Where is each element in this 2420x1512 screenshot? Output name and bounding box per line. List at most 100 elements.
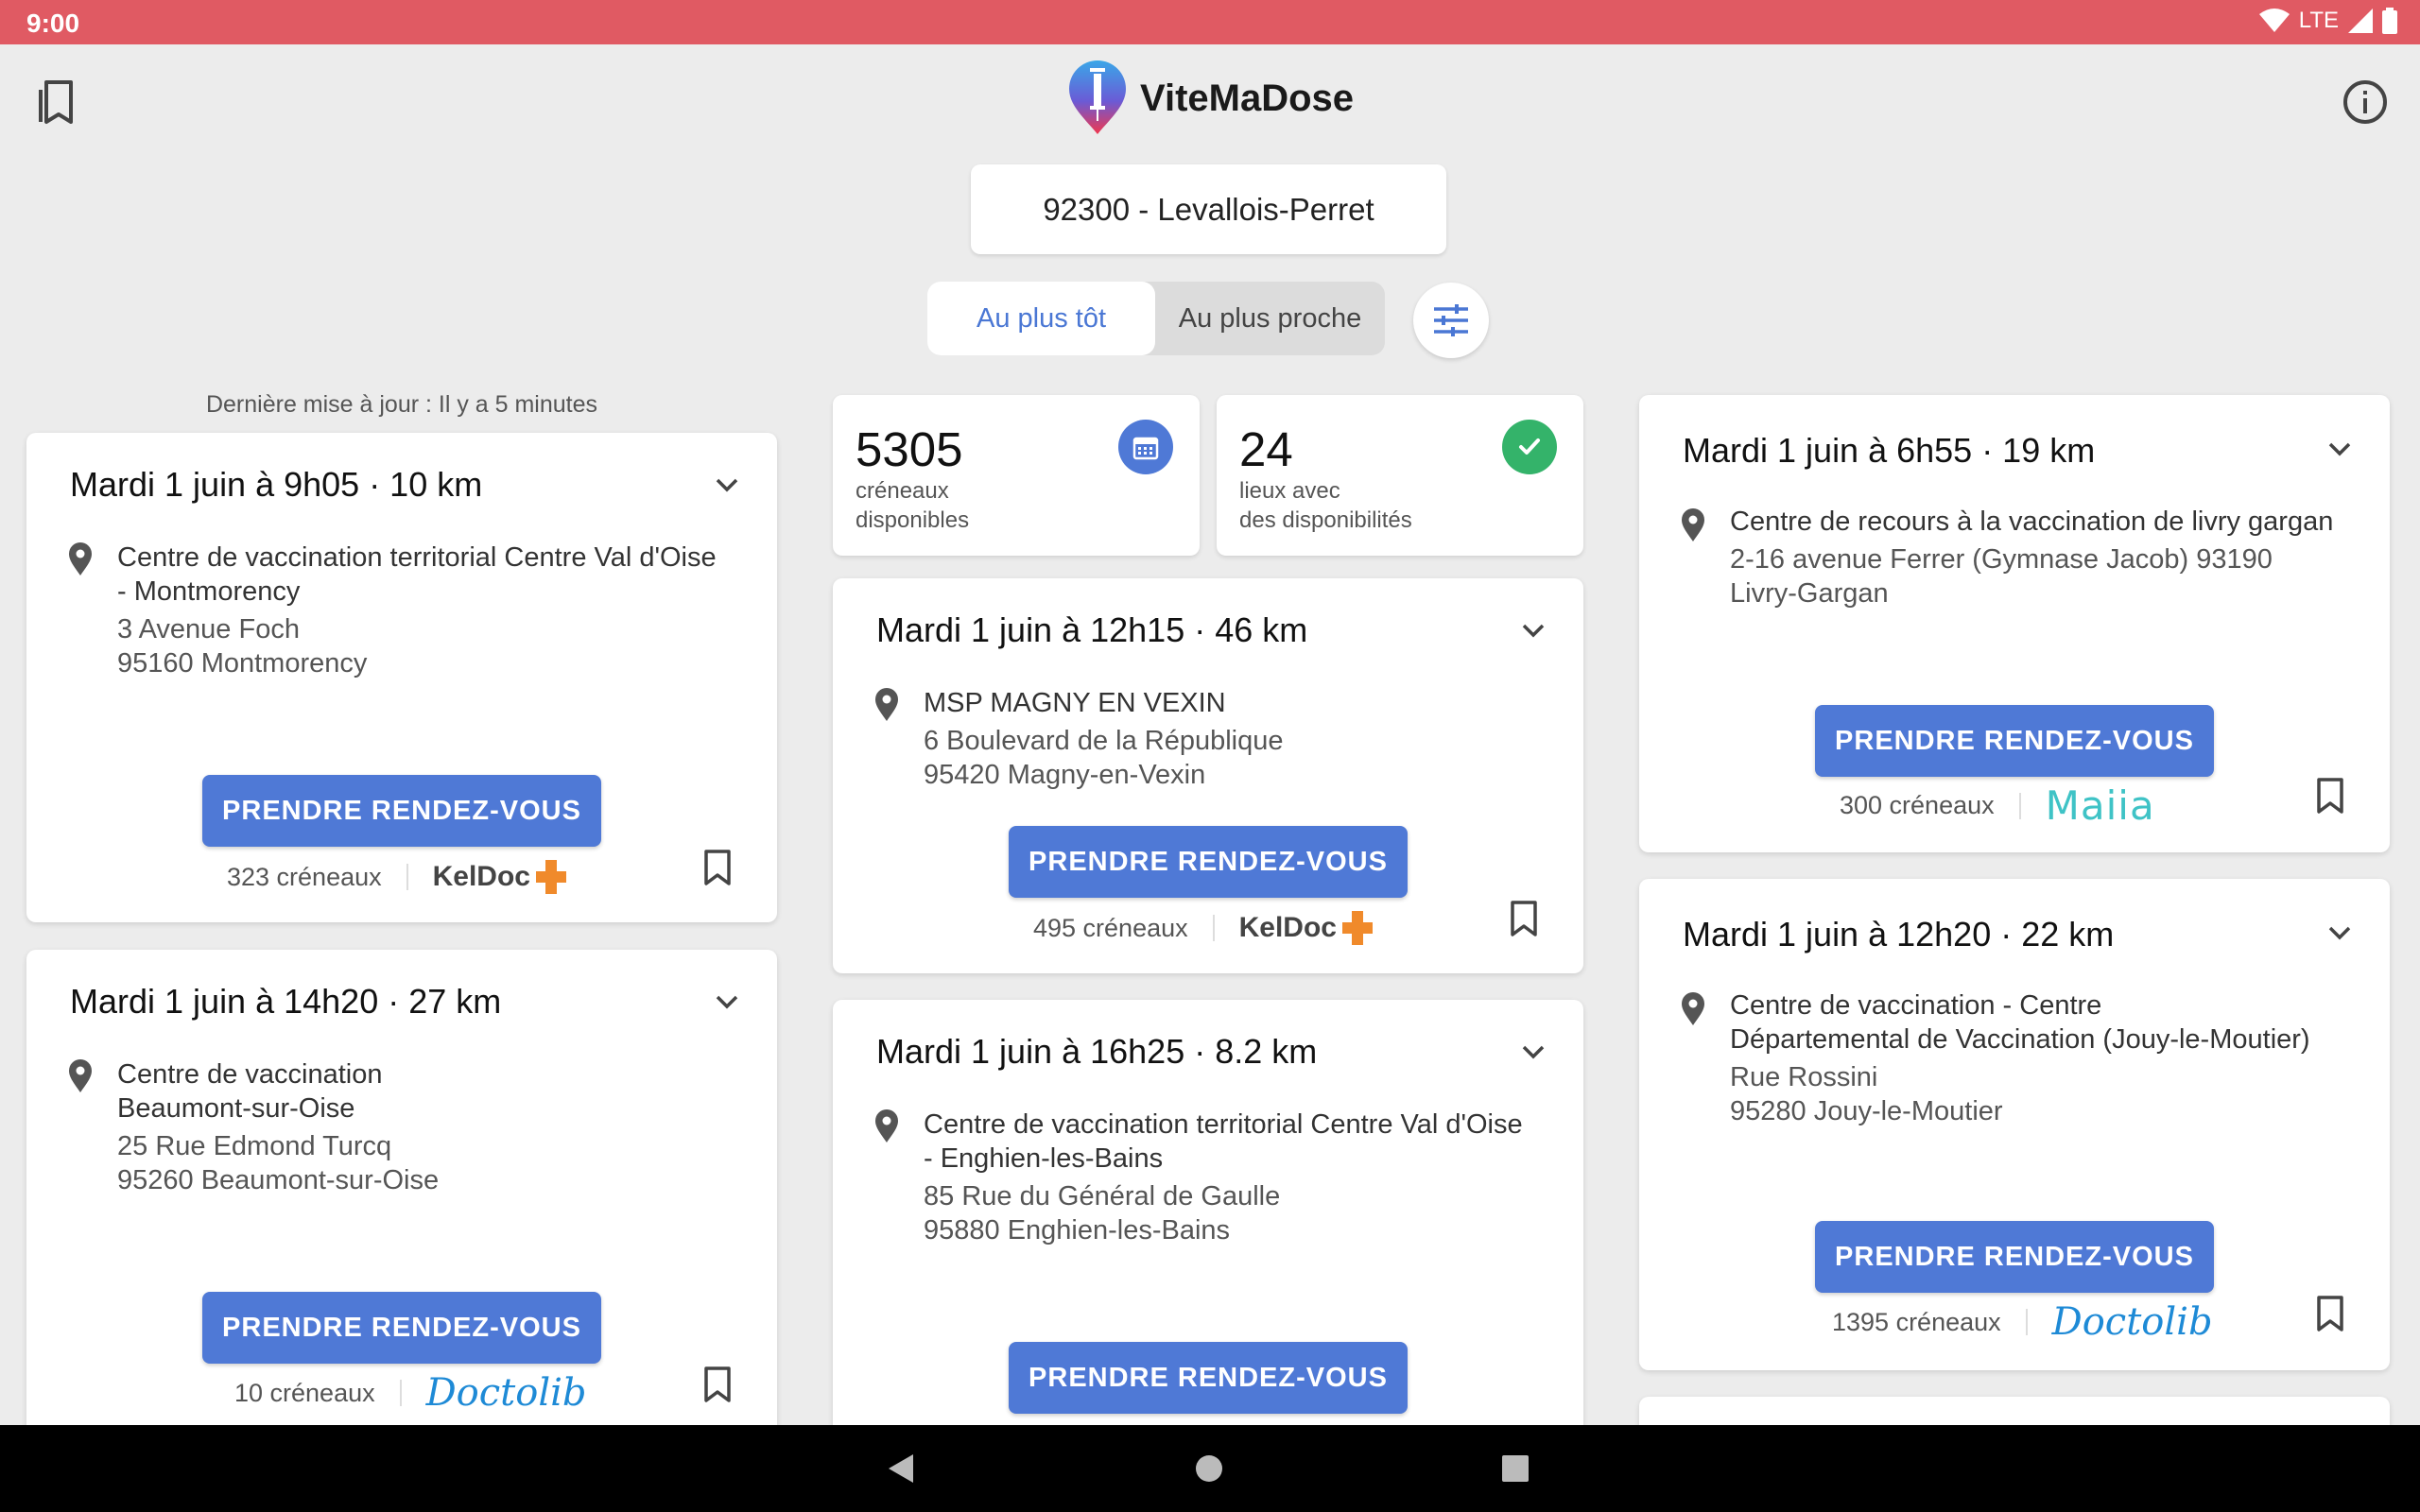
center-street: 2-16 avenue Ferrer (Gymnase Jacob) 93190: [1730, 544, 2273, 575]
status-time: 9:00: [26, 9, 80, 38]
bookmark-icon[interactable]: [703, 849, 732, 886]
location-pin-icon: [875, 688, 898, 721]
bookmark-icon[interactable]: [1510, 900, 1538, 937]
center-name-line1: Centre de vaccination territorial Centre…: [924, 1109, 1523, 1140]
bookmark-icon[interactable]: [2316, 1295, 2344, 1332]
stat-slots-label: créneaux disponibles: [856, 476, 1101, 535]
center-city: 95280 Jouy-le-Moutier: [1730, 1096, 2003, 1126]
system-navigation-bar: [0, 1425, 2420, 1512]
center-street: 85 Rue du Général de Gaulle: [924, 1181, 1281, 1211]
slots-count: 495 créneaux: [1033, 913, 1188, 942]
book-appointment-button[interactable]: PRENDRE RENDEZ-VOUS: [202, 775, 601, 847]
book-appointment-button[interactable]: PRENDRE RENDEZ-VOUS: [1009, 826, 1408, 898]
slots-info: 10 créneaux Doctolib: [234, 1371, 587, 1415]
center-address: MSP MAGNY EN VEXIN 6 Boulevard de la Rép…: [924, 686, 1546, 792]
network-type: LTE: [2298, 8, 2339, 33]
status-icons: LTE: [2258, 8, 2397, 34]
center-street: Rue Rossini: [1730, 1062, 1878, 1092]
book-appointment-button[interactable]: PRENDRE RENDEZ-VOUS: [1815, 705, 2214, 777]
slots-info: 495 créneaux KelDoc: [1033, 909, 1374, 947]
stat-slots-label-line2: disponibles: [856, 507, 970, 533]
sort-earliest-tab[interactable]: Au plus tôt: [927, 282, 1155, 355]
location-pin-icon: [69, 1059, 92, 1092]
battery-icon: [2382, 8, 2397, 34]
bookmarks-button[interactable]: [28, 74, 85, 130]
card-date-distance: Mardi 1 juin à 14h20 · 27 km: [70, 982, 502, 1021]
sort-nearest-tab[interactable]: Au plus proche: [1155, 282, 1385, 355]
stat-slots-value: 5305: [856, 422, 963, 476]
center-card[interactable]: Mardi 1 juin à 16h25 · 8.2 km Centre de …: [833, 1000, 1583, 1444]
doctolib-logo: Doctolib: [425, 1371, 587, 1415]
nav-recents-button[interactable]: [1473, 1425, 1558, 1512]
center-city: 95880 Enghien-les-Bains: [924, 1215, 1231, 1246]
center-name-line2: - Montmorency: [117, 576, 301, 607]
center-street: 25 Rue Edmond Turcq: [117, 1131, 392, 1161]
center-name-line1: Centre de vaccination: [117, 1059, 383, 1090]
app-logo: ViteMaDose: [1066, 60, 1354, 136]
card-date-distance: Mardi 1 juin à 6h55 · 19 km: [1683, 431, 2096, 470]
center-card[interactable]: Mardi 1 juin à 14h20 · 27 km Centre de v…: [26, 950, 777, 1441]
nav-back-button[interactable]: [858, 1425, 943, 1512]
home-circle-icon: [1196, 1455, 1222, 1482]
book-appointment-button[interactable]: PRENDRE RENDEZ-VOUS: [202, 1292, 601, 1364]
chevron-down-icon[interactable]: [1519, 616, 1547, 644]
divider: [1212, 915, 1215, 941]
center-name-line1: Centre de recours à la vaccination de li…: [1730, 507, 2334, 537]
location-pin-icon: [1682, 508, 1704, 541]
keldoc-logo: KelDoc: [433, 858, 568, 896]
app-title: ViteMaDose: [1140, 77, 1355, 119]
info-button[interactable]: [2337, 74, 2394, 130]
location-pin-icon: [1682, 992, 1704, 1025]
center-address: Centre de vaccination territorial Centre…: [117, 541, 739, 680]
doctolib-logo: Doctolib: [2051, 1300, 2213, 1344]
book-appointment-button[interactable]: PRENDRE RENDEZ-VOUS: [1815, 1221, 2214, 1293]
center-name-line2: Beaumont-sur-Oise: [117, 1093, 355, 1124]
location-pin-icon: [69, 542, 92, 576]
sort-toggle: Au plus tôt Au plus proche: [927, 282, 1385, 355]
center-city: 95260 Beaumont-sur-Oise: [117, 1165, 440, 1195]
chevron-down-icon[interactable]: [713, 988, 741, 1016]
slots-info: 300 créneaux Maiia: [1840, 782, 2155, 829]
slots-count: 10 créneaux: [234, 1378, 375, 1407]
chevron-down-icon[interactable]: [2325, 435, 2354, 463]
center-city: 95160 Montmorency: [117, 648, 368, 679]
syringe-pin-icon: [1069, 60, 1126, 134]
calendar-icon: [1118, 420, 1173, 474]
center-street: 6 Boulevard de la République: [924, 726, 1284, 756]
slots-info: 323 créneaux KelDoc: [227, 858, 568, 896]
center-card[interactable]: Mardi 1 juin à 9h05 · 10 km Centre de va…: [26, 433, 777, 922]
divider: [2025, 1309, 2028, 1335]
location-pin-icon: [875, 1109, 898, 1143]
center-address: Centre de recours à la vaccination de li…: [1730, 505, 2352, 610]
bookmark-icon[interactable]: [2316, 777, 2344, 815]
center-card[interactable]: Mardi 1 juin à 6h55 · 19 km Centre de re…: [1639, 395, 2390, 852]
center-address: Centre de vaccination territorial Centre…: [924, 1108, 1546, 1247]
slots-info: 1395 créneaux Doctolib: [1832, 1300, 2213, 1344]
divider: [406, 864, 408, 890]
card-date-distance: Mardi 1 juin à 16h25 · 8.2 km: [876, 1032, 1318, 1071]
chevron-down-icon[interactable]: [713, 471, 741, 499]
stat-places-card: 24 lieux avec des disponibilités: [1217, 395, 1583, 556]
divider: [399, 1380, 402, 1406]
center-name-line1: Centre de vaccination territorial Centre…: [117, 542, 717, 573]
location-search-field[interactable]: 92300 - Levallois-Perret: [971, 164, 1446, 254]
chevron-down-icon[interactable]: [2325, 919, 2354, 947]
center-city: Livry-Gargan: [1730, 578, 1889, 609]
center-name-line2: Départemental de Vaccination (Jouy-le-Mo…: [1730, 1024, 2310, 1055]
center-card[interactable]: Mardi 1 juin à 12h20 · 22 km Centre de v…: [1639, 879, 2390, 1370]
card-date-distance: Mardi 1 juin à 12h20 · 22 km: [1683, 915, 2115, 954]
stat-places-label-line2: des disponibilités: [1239, 507, 1412, 533]
card-date-distance: Mardi 1 juin à 12h15 · 46 km: [876, 610, 1308, 649]
center-city: 95420 Magny-en-Vexin: [924, 760, 1206, 790]
center-card[interactable]: Mardi 1 juin à 12h15 · 46 km MSP MAGNY E…: [833, 578, 1583, 973]
nav-home-button[interactable]: [1167, 1425, 1252, 1512]
filter-sliders-icon: [1434, 304, 1468, 336]
slots-count: 323 créneaux: [227, 862, 382, 891]
book-appointment-button[interactable]: PRENDRE RENDEZ-VOUS: [1009, 1342, 1408, 1414]
center-address: Centre de vaccination Beaumont-sur-Oise …: [117, 1057, 739, 1197]
chevron-down-icon[interactable]: [1519, 1038, 1547, 1066]
filter-button[interactable]: [1413, 283, 1489, 358]
bookmark-icon[interactable]: [703, 1366, 732, 1403]
divider: [2018, 792, 2021, 819]
slots-count: 300 créneaux: [1840, 791, 1995, 819]
